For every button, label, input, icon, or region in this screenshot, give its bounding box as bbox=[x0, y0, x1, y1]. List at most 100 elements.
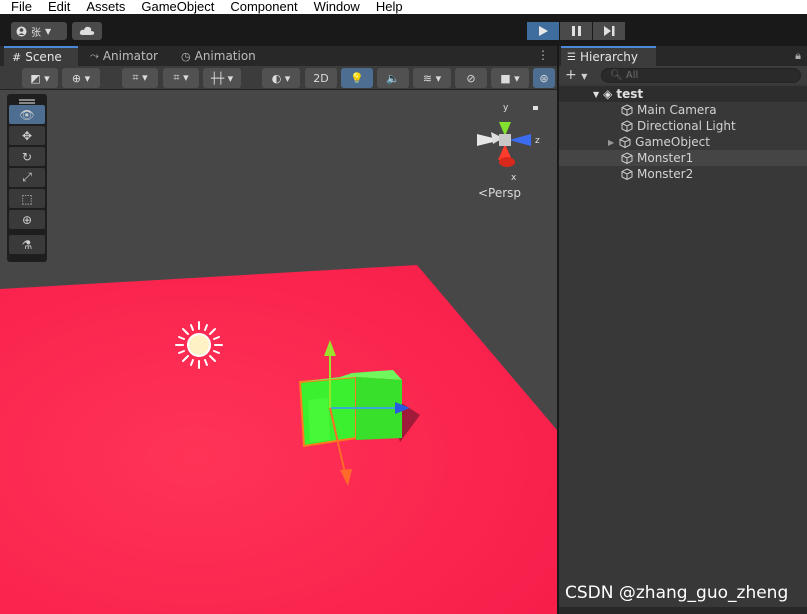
move-icon: ✥ bbox=[21, 128, 33, 143]
hierarchy-item[interactable]: Main Camera bbox=[559, 102, 807, 118]
menu-assets[interactable]: Assets bbox=[75, 0, 130, 14]
hierarchy-item[interactable]: Directional Light bbox=[559, 118, 807, 134]
snap-icon: ⌗ ▾ bbox=[173, 71, 189, 84]
clock-icon: ◷ bbox=[181, 49, 191, 63]
hierarchy-item[interactable]: Monster2 bbox=[559, 166, 807, 182]
expand-arrow-icon[interactable]: ▶ bbox=[608, 138, 614, 147]
toggle-2d-button[interactable]: 2D bbox=[305, 68, 337, 88]
ground-plane bbox=[0, 265, 557, 614]
custom-tool-button[interactable]: ⚗ bbox=[9, 235, 45, 254]
eye-icon: 👁 bbox=[19, 107, 35, 122]
hierarchy-item[interactable]: Monster1 bbox=[559, 150, 807, 166]
scene-viewport[interactable]: y z x 👁 ✥ ↻ ⤢ ⬚ ⊕ ⚗ <Persp bbox=[0, 90, 557, 614]
more-options-icon[interactable]: ⋮ bbox=[537, 48, 549, 62]
eye-slash-icon: ⊘ bbox=[466, 71, 476, 85]
step-button[interactable] bbox=[593, 22, 625, 40]
camera-icon: ■ ▾ bbox=[500, 71, 520, 85]
menu-edit[interactable]: Edit bbox=[37, 0, 75, 14]
gameobject-cube-icon bbox=[621, 120, 633, 132]
scene-canvas: y z x bbox=[0, 103, 557, 614]
rect-tool-button[interactable]: ⬚ bbox=[9, 189, 45, 208]
tab-animator-label: Animator bbox=[102, 49, 158, 63]
cloud-icon bbox=[79, 26, 95, 35]
expand-arrow-icon: ▼ bbox=[593, 89, 600, 99]
tab-scene-label: Scene bbox=[25, 50, 62, 64]
speaker-icon: 🔈 bbox=[386, 71, 400, 85]
play-button[interactable] bbox=[527, 22, 559, 40]
effects-button[interactable]: ≋ ▾ bbox=[413, 68, 451, 88]
grid-icon: # bbox=[12, 50, 22, 64]
tab-animator[interactable]: ⤳ Animator bbox=[82, 46, 166, 66]
hierarchy-toolbar: + ▼ 🔍︎ All bbox=[559, 66, 807, 84]
search-placeholder: All bbox=[625, 70, 639, 81]
watermark: CSDN @zhang_guo_zheng bbox=[565, 583, 789, 603]
hierarchy-search-input[interactable]: 🔍︎ All bbox=[601, 68, 801, 83]
scene-toolbar: ◩ ▾ ⊕ ▾ ⌗ ▾ ⌗ ▾ ┼┼ ▾ ◐ ▾ 2D 💡 🔈 ≋ ▾ ⊘ ■ … bbox=[0, 66, 557, 90]
axis-label-z: z bbox=[535, 136, 540, 146]
transform-icon: ⊕ bbox=[21, 212, 33, 227]
audio-toggle-button[interactable]: 🔈 bbox=[377, 68, 409, 88]
visibility-button[interactable]: ⊘ bbox=[455, 68, 487, 88]
lighting-toggle-button[interactable]: 💡 bbox=[341, 68, 373, 88]
tab-hierarchy[interactable]: ☰ Hierarchy bbox=[561, 46, 656, 66]
main-toolbar: 张 ▼ bbox=[0, 14, 807, 46]
scale-tool-button[interactable]: ⤢ bbox=[9, 168, 45, 187]
ruler-icon: ┼┼ ▾ bbox=[210, 71, 234, 85]
menu-help[interactable]: Help bbox=[365, 0, 408, 14]
search-icon: 🔍︎ bbox=[610, 70, 623, 81]
hierarchy-panel: ▼ ◈ test Main Camera Directional Light ▶… bbox=[559, 84, 807, 614]
layers-icon: ≋ ▾ bbox=[422, 71, 442, 85]
account-icon bbox=[16, 26, 27, 36]
lock-icon[interactable]: 🔒︎ bbox=[795, 49, 801, 63]
shading-mode-button[interactable]: ◩ ▾ bbox=[22, 68, 58, 88]
custom-tool-icon: ⚗ bbox=[21, 237, 33, 252]
tab-scene[interactable]: # Scene bbox=[4, 46, 78, 66]
hierarchy-item[interactable]: ▶ GameObject bbox=[559, 134, 807, 150]
gameobject-cube-icon bbox=[621, 152, 633, 164]
ruler-button[interactable]: ┼┼ ▾ bbox=[203, 68, 241, 88]
menu-bar: File Edit Assets GameObject Component Wi… bbox=[0, 0, 807, 14]
hierarchy-item-label: Monster2 bbox=[637, 167, 694, 181]
sphere-icon: ◐ ▾ bbox=[271, 71, 291, 85]
unity-scene-icon: ◈ bbox=[603, 87, 613, 101]
grid-snap-icon: ⌗ ▾ bbox=[132, 71, 148, 84]
cloud-button[interactable] bbox=[72, 22, 102, 40]
step-icon bbox=[603, 26, 614, 36]
view-tool-button[interactable]: 👁 bbox=[9, 105, 45, 124]
play-icon bbox=[538, 26, 548, 36]
rotate-tool-button[interactable]: ↻ bbox=[9, 147, 45, 166]
hierarchy-item-label: Monster1 bbox=[637, 151, 694, 165]
lightbulb-icon: 💡 bbox=[350, 71, 364, 85]
monster-cubes bbox=[298, 370, 402, 448]
draw-mode-button[interactable]: ◐ ▾ bbox=[262, 68, 300, 88]
hierarchy-scene-row[interactable]: ▼ ◈ test bbox=[559, 86, 807, 102]
gameobject-cube-icon bbox=[621, 104, 633, 116]
drag-handle[interactable] bbox=[19, 99, 35, 101]
snap-increment-button[interactable]: ⌗ ▾ bbox=[163, 68, 199, 88]
menu-file[interactable]: File bbox=[0, 0, 37, 14]
axis-label-x: x bbox=[511, 173, 517, 183]
hierarchy-item-label: Directional Light bbox=[637, 119, 736, 133]
move-tool-button[interactable]: ✥ bbox=[9, 126, 45, 145]
menu-gameobject[interactable]: GameObject bbox=[130, 0, 219, 14]
animator-icon: ⤳ bbox=[90, 49, 99, 62]
gizmo-sphere-icon: ⊛ bbox=[539, 71, 549, 85]
transform-tool-button[interactable]: ⊕ bbox=[9, 210, 45, 229]
perspective-label[interactable]: <Persp bbox=[478, 186, 521, 200]
hierarchy-item-label: GameObject bbox=[635, 135, 710, 149]
menu-window[interactable]: Window bbox=[303, 0, 365, 14]
shading-icon: ◩ ▾ bbox=[30, 71, 50, 85]
rect-icon: ⬚ bbox=[21, 191, 33, 206]
gameobject-cube-icon bbox=[621, 168, 633, 180]
gizmos-button[interactable]: ⊛ bbox=[533, 68, 555, 88]
axis-label-y: y bbox=[503, 103, 509, 113]
account-dropdown[interactable]: 张 ▼ bbox=[11, 22, 67, 40]
grid-snap-button[interactable]: ⌗ ▾ bbox=[122, 68, 158, 88]
tab-animation[interactable]: ◷ Animation bbox=[173, 46, 264, 66]
pause-button[interactable] bbox=[560, 22, 592, 40]
menu-component[interactable]: Component bbox=[219, 0, 302, 14]
globe-icon: ⊕ ▾ bbox=[71, 71, 91, 85]
global-local-button[interactable]: ⊕ ▾ bbox=[62, 68, 100, 88]
add-icon[interactable]: + ▼ bbox=[565, 67, 587, 83]
camera-button[interactable]: ■ ▾ bbox=[491, 68, 529, 88]
